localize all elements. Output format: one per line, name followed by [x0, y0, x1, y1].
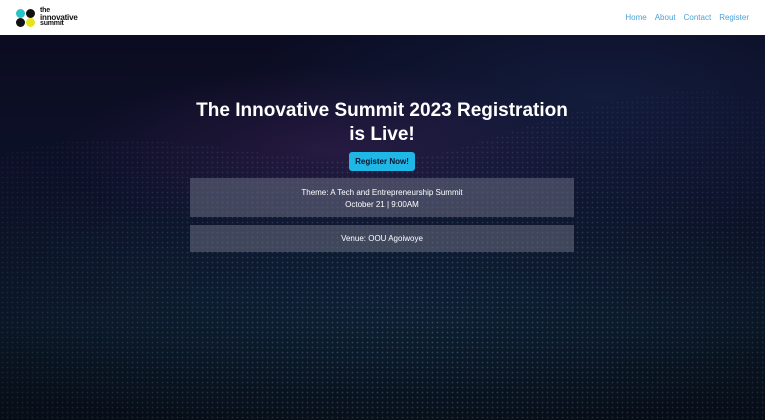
hero-content: The Innovative Summit 2023 Registration … [190, 99, 574, 171]
page-title: The Innovative Summit 2023 Registration … [196, 100, 568, 145]
theme-date-box: Theme: A Tech and Entrepreneurship Summi… [190, 178, 574, 217]
logo-icon [16, 8, 36, 28]
nav-link-home[interactable]: Home [625, 13, 646, 22]
nav-link-about[interactable]: About [655, 13, 676, 22]
venue-text: Venue: OOU Agoiwoye [341, 234, 423, 243]
theme-text: Theme: A Tech and Entrepreneurship Summi… [301, 188, 463, 197]
brand-logo[interactable]: the innovative summit [16, 7, 78, 28]
navbar: the innovative summit Home About Contact… [0, 0, 765, 35]
brand-line-3: summit [40, 20, 64, 27]
brand-name: the innovative summit [40, 7, 78, 28]
nav-link-contact[interactable]: Contact [684, 13, 712, 22]
venue-box: Venue: OOU Agoiwoye [190, 225, 574, 252]
nav-link-register[interactable]: Register [719, 13, 749, 22]
hero-section: The Innovative Summit 2023 Registration … [0, 35, 765, 420]
register-now-button[interactable]: Register Now! [349, 152, 415, 171]
date-text: October 21 | 9:00AM [345, 200, 419, 209]
nav-links: Home About Contact Register [625, 13, 749, 22]
